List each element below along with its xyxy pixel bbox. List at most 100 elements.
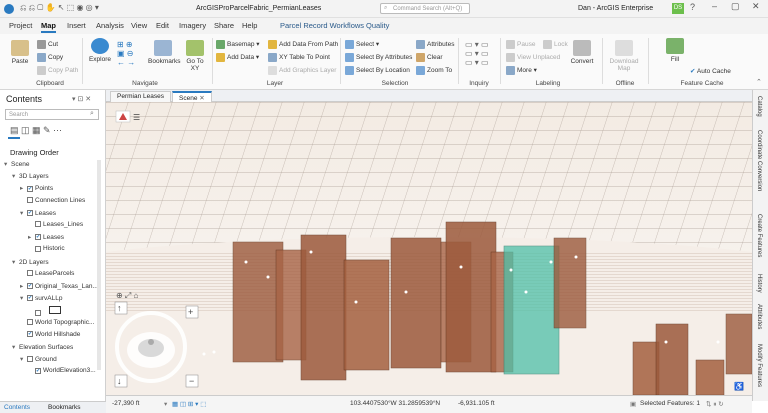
selected-features-count[interactable]: Selected Features: 1	[640, 400, 700, 407]
expand-arrow-icon[interactable]: ▾	[12, 343, 19, 351]
copy-button[interactable]: Copy	[37, 53, 63, 62]
tab-project[interactable]: Project	[9, 21, 32, 30]
scene-view[interactable]: ↑ ↓ + − ⊕ ⤢ ⌂ ☰ ♿	[106, 102, 752, 395]
scale-dropdown-icon[interactable]: ▾	[164, 400, 167, 408]
user-badge[interactable]: DS	[672, 3, 684, 14]
layer-tree-item[interactable]: ▸ ✔ Original_Texas_Lan...	[20, 282, 98, 290]
layer-tree-item[interactable]: ▾ Ground	[20, 355, 57, 363]
contents-search-input[interactable]: Search ⌕	[5, 109, 99, 120]
pane-options-icon[interactable]: ▾ ⊡ ✕	[72, 95, 91, 103]
layer-tree-item[interactable]: ✔ World Hillshade	[20, 331, 80, 338]
zoom-out-button[interactable]	[186, 375, 198, 387]
dock-tab-catalog[interactable]: Catalog	[756, 96, 762, 117]
pause-button[interactable]: Pause	[506, 40, 535, 49]
close-icon[interactable]: ✕	[752, 1, 760, 12]
layer-tree-item[interactable]: World Topographic...	[20, 319, 94, 326]
contents-view-toolbar-icon[interactable]: ▤ ◫ ▦ ✎ ⋯	[10, 125, 62, 136]
layer-tree-item[interactable]	[28, 306, 61, 316]
visibility-checkbox[interactable]: ✔	[27, 185, 33, 192]
nav-tools-icon[interactable]: ⊞ ⊕ ▣ ⊖ ← →	[117, 40, 135, 67]
dock-tab-create-features[interactable]: Create Features	[756, 214, 762, 257]
visibility-checkbox[interactable]: ✔	[27, 210, 33, 217]
visibility-checkbox[interactable]	[27, 196, 33, 203]
add-data-button[interactable]: Add Data ▾	[216, 53, 259, 62]
auto-cache-checkbox[interactable]: ✔ Auto Cache	[690, 67, 731, 75]
visibility-checkbox[interactable]	[27, 356, 33, 363]
add-data-from-path-button[interactable]: Add Data From Path	[268, 40, 338, 49]
select-by-attributes-button[interactable]: Select By Attributes	[345, 53, 412, 62]
layer-tree-item[interactable]: Leases_Lines	[28, 221, 83, 228]
visibility-checkbox[interactable]	[35, 221, 41, 228]
dock-tab-coordinate-conversion[interactable]: Coordinate Conversion	[756, 130, 762, 191]
add-graphics-layer-button[interactable]: Add Graphics Layer	[268, 66, 336, 75]
visibility-checkbox[interactable]	[27, 270, 33, 277]
paste-button[interactable]: Paste	[8, 40, 32, 65]
inquiry-tools-icon[interactable]: ▭ ▾ ▭ ▭ ▾ ▭ ▭ ▾ ▭	[465, 40, 489, 67]
layer-tree-item[interactable]: ▾ Scene	[4, 160, 29, 168]
expand-arrow-icon[interactable]: ▾	[12, 172, 19, 180]
expand-arrow-icon[interactable]: ▾	[20, 294, 27, 302]
dock-tab-attributes[interactable]: Attributes	[756, 304, 762, 329]
convert-button[interactable]: Convert	[568, 40, 596, 65]
visibility-checkbox[interactable]: ✔	[27, 295, 33, 302]
quick-access-toolbar-icon[interactable]: ⎌ ⎌ ▢ ✋ ↖ ⬚ ◉ ◎ ▾	[20, 3, 99, 13]
tab-edit[interactable]: Edit	[156, 21, 169, 30]
tilt-down-button[interactable]	[115, 375, 127, 387]
bookmarks-button[interactable]: Bookmarks	[148, 40, 181, 65]
fill-cache-button[interactable]: Fill	[664, 38, 686, 63]
expand-arrow-icon[interactable]: ▸	[20, 184, 27, 192]
layer-tree-item[interactable]: ▾ ✔ Leases	[20, 209, 56, 217]
layer-tree-item[interactable]: ▸ ✔ Leases	[28, 233, 64, 241]
clear-button[interactable]: Clear	[416, 53, 443, 62]
tab-quality[interactable]: Quality	[366, 21, 389, 30]
scale-readout[interactable]: -27,390 ft	[112, 400, 139, 407]
expand-arrow-icon[interactable]: ▸	[28, 233, 35, 241]
view-unplaced-button[interactable]: View Unplaced	[506, 53, 560, 62]
close-icon[interactable]: ✕	[199, 95, 204, 102]
accessibility-icon[interactable]: ♿	[734, 382, 744, 391]
layer-tree-item[interactable]: ▾ 2D Layers	[12, 258, 49, 266]
xy-table-to-point-button[interactable]: XY Table To Point	[268, 53, 330, 62]
command-search-box[interactable]: ⌕ Command Search (Alt+Q)	[380, 3, 470, 14]
tab-imagery[interactable]: Imagery	[179, 21, 206, 30]
expand-arrow-icon[interactable]: ▾	[20, 209, 27, 217]
zoom-to-button[interactable]: Zoom To	[416, 66, 452, 75]
symbol-swatch[interactable]	[49, 306, 61, 315]
map-tools-icon[interactable]	[116, 111, 130, 122]
more-button[interactable]: More ▾	[506, 66, 537, 75]
visibility-checkbox[interactable]: ✔	[35, 234, 41, 241]
layer-tree-item[interactable]: Connection Lines	[20, 197, 85, 204]
visibility-checkbox[interactable]	[35, 309, 41, 316]
layer-tree-item[interactable]: ✔ WorldElevation3...	[28, 367, 96, 374]
visibility-checkbox[interactable]	[27, 318, 33, 325]
goto-xy-button[interactable]: Go To XY	[182, 40, 208, 72]
minimize-icon[interactable]: –	[712, 1, 717, 11]
collapse-ribbon-icon[interactable]: ⌃	[756, 78, 762, 86]
layer-tree-item[interactable]: LeaseParcels	[20, 270, 74, 277]
tab-parcel-record-workflows[interactable]: Parcel Record Workflows	[280, 21, 364, 30]
expand-arrow-icon[interactable]: ▾	[4, 160, 11, 168]
tab-permian-leases[interactable]: Permian Leases	[110, 91, 171, 102]
visibility-checkbox[interactable]: ✔	[35, 367, 41, 374]
tab-scene[interactable]: Scene ✕	[172, 91, 212, 102]
tab-map[interactable]: Map	[41, 21, 56, 33]
explore-button[interactable]: Explore	[86, 38, 114, 63]
dock-tab-history[interactable]: History	[756, 274, 762, 293]
attributes-button[interactable]: Attributes	[416, 40, 454, 49]
status-tools-icon[interactable]: ⇅ ⏸ ↻	[706, 400, 724, 409]
visibility-checkbox[interactable]: ✔	[27, 331, 33, 338]
layer-tree-item[interactable]: ▾ ✔ survALLp	[20, 294, 62, 302]
dock-tab-modify-features[interactable]: Modify Features	[756, 344, 762, 387]
basemap-button[interactable]: Basemap ▾	[216, 40, 260, 49]
visibility-checkbox[interactable]	[35, 245, 41, 252]
layer-tree-item[interactable]: Historic	[28, 245, 65, 252]
tab-view[interactable]: View	[131, 21, 147, 30]
tab-insert[interactable]: Insert	[67, 21, 86, 30]
download-map-button[interactable]: Download Map	[606, 40, 642, 72]
tab-share[interactable]: Share	[214, 21, 234, 30]
select-by-location-button[interactable]: Select By Location	[345, 66, 410, 75]
help-icon[interactable]: ?	[690, 2, 695, 12]
tab-bookmarks[interactable]: Bookmarks	[48, 404, 81, 411]
layer-tree-item[interactable]: ▸ ✔ Points	[20, 184, 53, 192]
view-tools-icon[interactable]: ▦ ◫ ⊞ ▾ ⬚	[172, 400, 206, 408]
